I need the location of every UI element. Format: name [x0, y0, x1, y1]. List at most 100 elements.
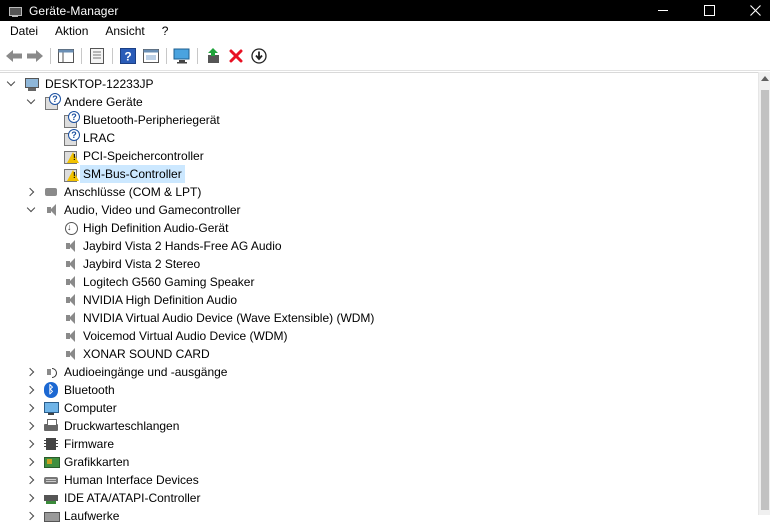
tree-device[interactable]: XONAR SOUND CARD — [0, 345, 758, 363]
uninstall-device-button[interactable] — [227, 47, 245, 65]
speaker-icon — [62, 310, 78, 326]
tree-item-label[interactable]: LRAC — [83, 129, 115, 147]
tree-device[interactable]: High Definition Audio-Gerät — [0, 219, 758, 237]
tree-item-label[interactable]: Anschlüsse (COM & LPT) — [64, 183, 201, 201]
chevron-right-icon[interactable] — [25, 367, 36, 377]
scan-hardware-button[interactable] — [173, 47, 191, 65]
tree-item-label[interactable]: Voicemod Virtual Audio Device (WDM) — [83, 327, 288, 345]
tree-item-label[interactable]: XONAR SOUND CARD — [83, 345, 210, 363]
chevron-right-icon[interactable] — [25, 421, 36, 431]
speaker-icon — [43, 202, 59, 218]
tree-item-label[interactable]: Andere Geräte — [64, 93, 143, 111]
properties-pane-button[interactable] — [57, 47, 75, 65]
vertical-scrollbar[interactable] — [758, 72, 770, 515]
chevron-right-icon[interactable] — [25, 187, 36, 197]
tree-category[interactable]: Audio, Video und Gamecontroller — [0, 201, 758, 219]
tree-category[interactable]: Human Interface Devices — [0, 471, 758, 489]
tree-device[interactable]: SM-Bus-Controller — [0, 165, 758, 183]
tree-category[interactable]: Andere Geräte — [0, 93, 758, 111]
tree-category[interactable]: Grafikkarten — [0, 453, 758, 471]
warning-device-icon — [62, 148, 79, 164]
tree-device[interactable]: Bluetooth-Peripheriegerät — [0, 111, 758, 129]
chevron-down-icon[interactable] — [26, 95, 36, 107]
tree-item-label[interactable]: High Definition Audio-Gerät — [83, 219, 228, 237]
chevron-right-icon[interactable] — [25, 475, 36, 485]
close-button[interactable] — [732, 0, 770, 21]
help-button[interactable]: ? — [119, 47, 137, 65]
tree-category[interactable]: IDE ATA/ATAPI-Controller — [0, 489, 758, 507]
chevron-right-icon[interactable] — [25, 511, 36, 521]
tree-category[interactable]: Druckwarteschlangen — [0, 417, 758, 435]
chevron-right-icon[interactable] — [25, 385, 36, 395]
tree-item-label[interactable]: Computer — [64, 399, 117, 417]
tree-device[interactable]: NVIDIA Virtual Audio Device (Wave Extens… — [0, 309, 758, 327]
ide-controller-icon — [43, 490, 59, 506]
tree-device[interactable]: NVIDIA High Definition Audio — [0, 291, 758, 309]
tree-item-label[interactable]: NVIDIA High Definition Audio — [83, 291, 237, 309]
tree-category[interactable]: Computer — [0, 399, 758, 417]
svg-text:?: ? — [124, 50, 131, 64]
update-driver-button[interactable] — [204, 47, 222, 65]
forward-button[interactable] — [26, 47, 44, 65]
tree-item-label[interactable]: Grafikkarten — [64, 453, 129, 471]
tree-category[interactable]: Laufwerke — [0, 507, 758, 525]
maximize-button[interactable] — [686, 0, 732, 21]
tree-device[interactable]: LRAC — [0, 129, 758, 147]
tree-item-label[interactable]: Bluetooth-Peripheriegerät — [83, 111, 220, 129]
tree-item-label[interactable]: Bluetooth — [64, 381, 115, 399]
port-icon — [43, 184, 59, 200]
menu-ansicht[interactable]: Ansicht — [96, 21, 152, 42]
tree-item-label[interactable]: IDE ATA/ATAPI-Controller — [64, 489, 200, 507]
tree-item-label[interactable]: Logitech G560 Gaming Speaker — [83, 273, 254, 291]
tree-item-label[interactable]: Jaybird Vista 2 Hands-Free AG Audio — [83, 237, 282, 255]
tree-category[interactable]: Audioeingänge und -ausgänge — [0, 363, 758, 381]
driver-view-button[interactable] — [142, 47, 160, 65]
tree-device[interactable]: Jaybird Vista 2 Hands-Free AG Audio — [0, 237, 758, 255]
disable-device-button[interactable] — [250, 47, 268, 65]
chevron-right-icon[interactable] — [25, 457, 36, 467]
speaker-icon — [62, 292, 78, 308]
tree-item-label[interactable]: Druckwarteschlangen — [64, 417, 179, 435]
properties-button[interactable] — [88, 47, 106, 65]
scrollbar-thumb[interactable] — [761, 90, 769, 510]
tree-item-label[interactable]: Audio, Video und Gamecontroller — [64, 201, 241, 219]
tree-item-label[interactable]: Human Interface Devices — [64, 471, 199, 489]
device-tree[interactable]: DESKTOP-12233JPAndere GeräteBluetooth-Pe… — [0, 72, 758, 523]
tree-item-label[interactable]: Laufwerke — [64, 507, 119, 525]
tree-item-label[interactable]: Firmware — [64, 435, 114, 453]
hd-audio-icon — [62, 220, 78, 236]
tree-category[interactable]: Anschlüsse (COM & LPT) — [0, 183, 758, 201]
tree-item-label[interactable]: NVIDIA Virtual Audio Device (Wave Extens… — [83, 309, 374, 327]
tree-device[interactable]: Voicemod Virtual Audio Device (WDM) — [0, 327, 758, 345]
warning-device-icon — [62, 166, 79, 182]
tree-root[interactable]: DESKTOP-12233JP — [0, 75, 758, 93]
pane-icon — [58, 49, 74, 63]
tree-category[interactable]: Bluetooth — [0, 381, 758, 399]
tree-category[interactable]: Firmware — [0, 435, 758, 453]
tree-item-label[interactable]: Audioeingänge und -ausgänge — [64, 363, 227, 381]
tree-item-label[interactable]: PCI-Speichercontroller — [83, 147, 204, 165]
tree-device[interactable]: PCI-Speichercontroller — [0, 147, 758, 165]
chevron-down-icon[interactable] — [6, 77, 16, 89]
arrow-left-icon — [6, 50, 22, 62]
tree-device[interactable]: Jaybird Vista 2 Stereo — [0, 255, 758, 273]
menu-datei[interactable]: Datei — [0, 21, 46, 42]
menu-help[interactable]: ? — [153, 21, 177, 42]
chevron-right-icon[interactable] — [25, 439, 36, 449]
chevron-right-icon[interactable] — [25, 493, 36, 503]
scroll-up-icon[interactable] — [761, 76, 769, 81]
chevron-down-icon[interactable] — [26, 203, 36, 215]
speaker-icon — [62, 346, 78, 362]
tree-item-label[interactable]: SM-Bus-Controller — [80, 165, 185, 183]
minimize-button[interactable] — [640, 0, 686, 21]
unknown-device-icon — [62, 111, 80, 128]
tree-device[interactable]: Logitech G560 Gaming Speaker — [0, 273, 758, 291]
firmware-icon — [43, 436, 59, 452]
chevron-right-icon[interactable] — [25, 403, 36, 413]
device-manager-icon — [8, 5, 22, 17]
hid-icon — [43, 472, 59, 488]
menu-aktion[interactable]: Aktion — [46, 21, 96, 42]
tree-item-label[interactable]: DESKTOP-12233JP — [45, 75, 154, 93]
tree-item-label[interactable]: Jaybird Vista 2 Stereo — [83, 255, 200, 273]
back-button[interactable] — [5, 47, 23, 65]
